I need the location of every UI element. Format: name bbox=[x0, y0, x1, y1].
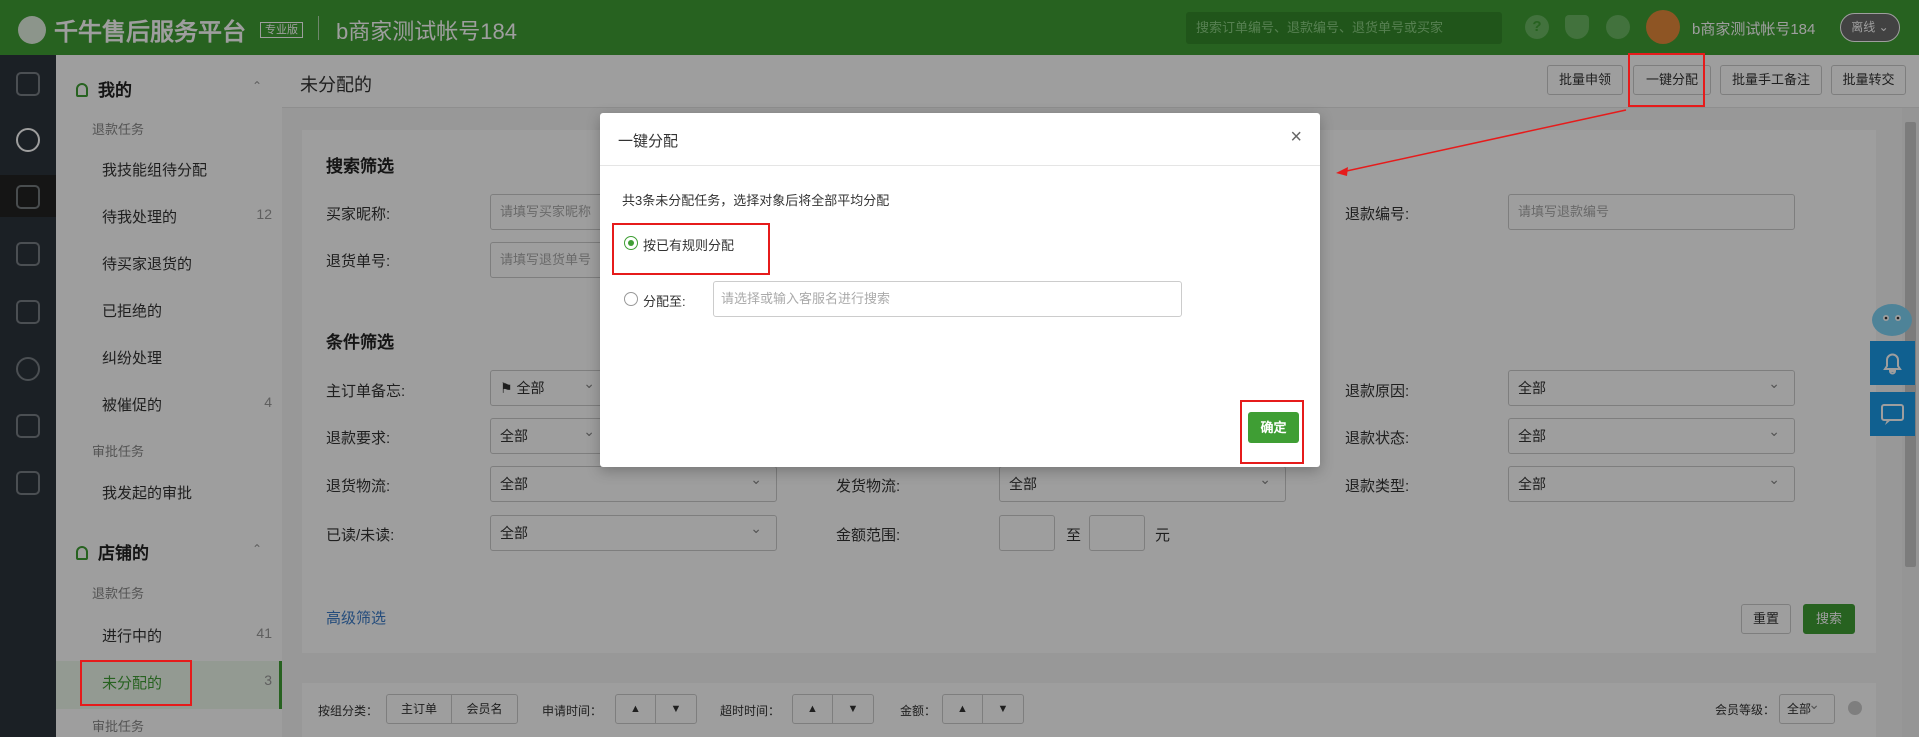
radio-rule-label[interactable]: 按已有规则分配 bbox=[643, 235, 734, 254]
radio-rule-assign[interactable] bbox=[624, 236, 638, 250]
radio-assign-to-label[interactable]: 分配至: bbox=[643, 291, 686, 310]
modal-title: 一键分配 bbox=[618, 133, 679, 150]
close-icon[interactable]: × bbox=[1290, 127, 1302, 147]
modal-header: 一键分配 × bbox=[600, 113, 1320, 166]
radio-assign-to[interactable] bbox=[624, 292, 638, 306]
confirm-button[interactable]: 确定 bbox=[1248, 412, 1299, 443]
assign-modal: 一键分配 × 共3条未分配任务，选择对象后将全部平均分配 按已有规则分配 分配至… bbox=[600, 113, 1320, 467]
modal-description: 共3条未分配任务，选择对象后将全部平均分配 bbox=[622, 193, 890, 208]
assignee-search-input[interactable]: 请选择或输入客服名进行搜索 bbox=[713, 281, 1182, 317]
